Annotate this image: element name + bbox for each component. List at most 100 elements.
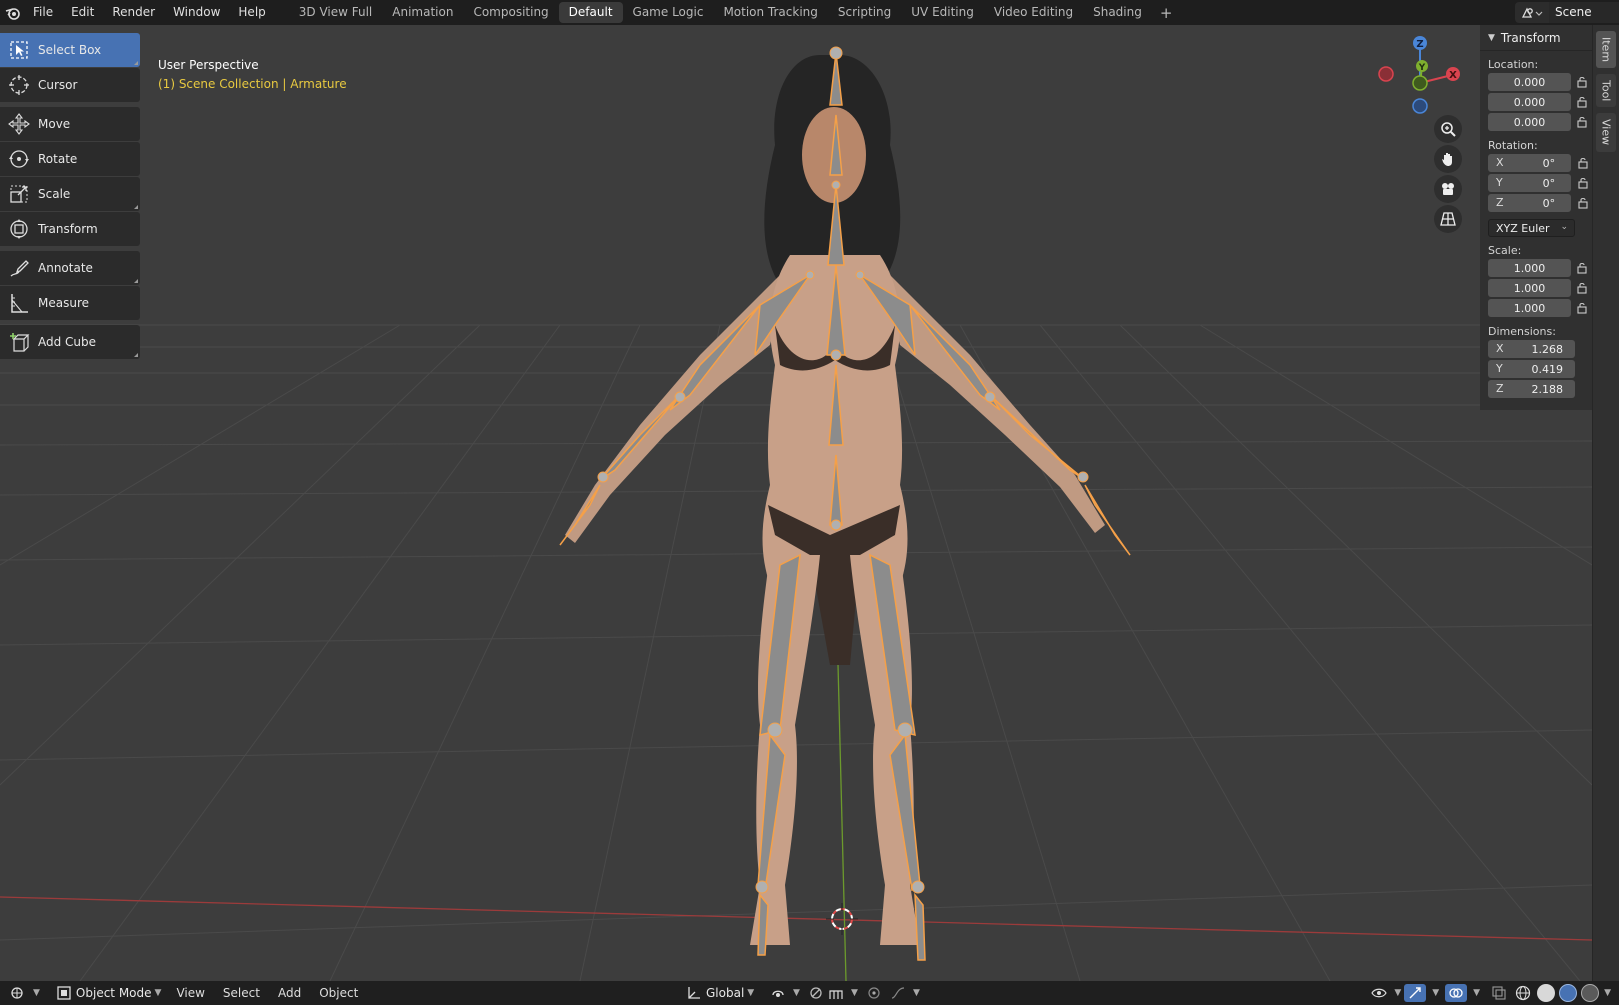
tool-rotate[interactable]: Rotate [0,142,140,176]
proportional-edit-icon [865,984,883,1002]
menu-help[interactable]: Help [229,0,274,25]
material-preview-shading-icon[interactable] [1559,984,1578,1002]
tool-transform[interactable]: Transform [0,212,140,246]
3d-viewport[interactable]: User Perspective (1) Scene Collection | … [0,25,1592,981]
chevron-down-icon[interactable]: ▼ [1604,988,1611,998]
lock-icon[interactable] [1573,194,1592,212]
proportional-editing-toggle[interactable]: ▼ [856,984,926,1002]
menu-select[interactable]: Select [214,981,269,1005]
lock-icon[interactable] [1573,73,1592,91]
location-z-field[interactable]: 0.000 [1488,113,1571,131]
chevron-down-icon[interactable]: ▼ [1473,988,1480,998]
tool-options-corner[interactable] [134,205,138,209]
tool-measure[interactable]: Measure [0,286,140,320]
tab-default[interactable]: Default [558,2,623,23]
tool-options-corner[interactable] [134,61,138,65]
editor-type-selector[interactable]: ▼ [0,984,46,1002]
tool-options-corner[interactable] [134,279,138,283]
tab-animation[interactable]: Animation [382,2,463,23]
gizmo-y-label: Y [1418,63,1426,73]
location-y-field[interactable]: 0.000 [1488,93,1571,111]
location-x-field[interactable]: 0.000 [1488,73,1571,91]
menu-add[interactable]: Add [269,981,310,1005]
tool-label: Select Box [38,43,102,57]
tab-3d-view-full[interactable]: 3D View Full [289,2,383,23]
tab-label: Item [1599,37,1613,63]
menu-render[interactable]: Render [103,0,164,25]
pan-hand-icon[interactable] [1434,145,1462,173]
dimension-x-field[interactable]: X 1.268 [1488,340,1575,358]
lock-icon[interactable] [1573,93,1592,111]
tab-label: Tool [1599,80,1613,102]
tab-view[interactable]: View [1596,113,1616,152]
tool-options-corner[interactable] [134,353,138,357]
tool-move[interactable]: Move [0,107,140,141]
gizmo-z-label: Z [1416,39,1423,50]
rotation-mode-select[interactable]: XYZ Euler ⌄ [1488,219,1575,237]
scene-icon[interactable] [1515,2,1549,23]
tool-shelf: Select Box Cursor Move Rotate Scale Tran… [0,33,140,360]
lock-icon[interactable] [1573,154,1592,172]
orientation-icon [685,984,703,1002]
menu-file[interactable]: File [24,0,62,25]
solid-shading-icon[interactable] [1537,984,1556,1002]
tab-tool[interactable]: Tool [1596,74,1616,108]
lock-icon[interactable] [1573,174,1592,192]
transform-orientation-selector[interactable]: Global ▼ [676,984,760,1002]
tab-compositing[interactable]: Compositing [463,2,558,23]
tool-select-box[interactable]: Select Box [0,33,140,67]
rendered-shading-icon[interactable] [1581,984,1600,1002]
scale-y-field[interactable]: 1.000 [1488,279,1571,297]
tool-cursor[interactable]: Cursor [0,68,140,102]
axis-label: Z [1496,382,1504,395]
zoom-icon[interactable] [1434,115,1462,143]
rotation-z-field[interactable]: Z 0° [1488,194,1572,212]
tool-scale[interactable]: Scale [0,177,140,211]
dimension-value: 0.419 [1531,362,1564,376]
rotation-y-field[interactable]: Y 0° [1488,174,1572,192]
camera-view-icon[interactable] [1434,175,1462,203]
tab-video-editing[interactable]: Video Editing [984,2,1083,23]
transform-panel-header[interactable]: ▼ Transform [1480,25,1592,51]
scene-name[interactable]: Scene [1549,2,1619,23]
overlays-toggle-icon[interactable] [1445,984,1468,1002]
menu-object[interactable]: Object [310,981,367,1005]
tab-uv-editing[interactable]: UV Editing [901,2,984,23]
menu-window[interactable]: Window [164,0,229,25]
lock-icon[interactable] [1573,113,1592,131]
tab-shading[interactable]: Shading [1083,2,1152,23]
chevron-down-icon[interactable]: ▼ [1432,988,1439,998]
chevron-down-icon[interactable]: ▼ [1394,988,1401,998]
lock-icon[interactable] [1573,279,1592,297]
tab-game-logic[interactable]: Game Logic [623,2,714,23]
tab-motion-tracking[interactable]: Motion Tracking [713,2,827,23]
mode-selector[interactable]: Object Mode ▼ [46,984,168,1002]
blender-logo-icon[interactable] [2,0,24,25]
scene-selector[interactable]: Scene [1515,2,1619,23]
tab-scripting[interactable]: Scripting [828,2,901,23]
wireframe-shading-icon[interactable] [1514,984,1532,1002]
add-workspace-button[interactable]: + [1152,4,1181,22]
axis-label: X [1496,156,1504,169]
perspective-grid-icon[interactable] [1434,205,1462,233]
3d-cursor-icon[interactable] [826,903,858,935]
tool-add-cube[interactable]: Add Cube [0,325,140,359]
tool-annotate[interactable]: Annotate [0,251,140,285]
xray-toggle-icon[interactable] [1490,984,1508,1002]
dimension-z-field[interactable]: Z 2.188 [1488,380,1575,398]
lock-icon[interactable] [1573,259,1592,277]
top-bar: File Edit Render Window Help 3D View Ful… [0,0,1619,25]
collection-info: (1) Scene Collection | Armature [158,77,347,91]
lock-icon[interactable] [1573,299,1592,317]
tab-item[interactable]: Item [1596,31,1616,69]
visibility-eye-icon[interactable] [1370,984,1388,1002]
scale-z-field[interactable]: 1.000 [1488,299,1571,317]
menu-edit[interactable]: Edit [62,0,103,25]
gizmo-toggle-icon[interactable] [1404,984,1427,1002]
navigation-gizmo[interactable]: Z Y X [1378,33,1468,123]
dimension-y-field[interactable]: Y 0.419 [1488,360,1575,378]
rotation-x-field[interactable]: X 0° [1488,154,1572,172]
menu-view[interactable]: View [167,981,213,1005]
rotation-label: Rotation: [1488,139,1538,152]
scale-x-field[interactable]: 1.000 [1488,259,1571,277]
